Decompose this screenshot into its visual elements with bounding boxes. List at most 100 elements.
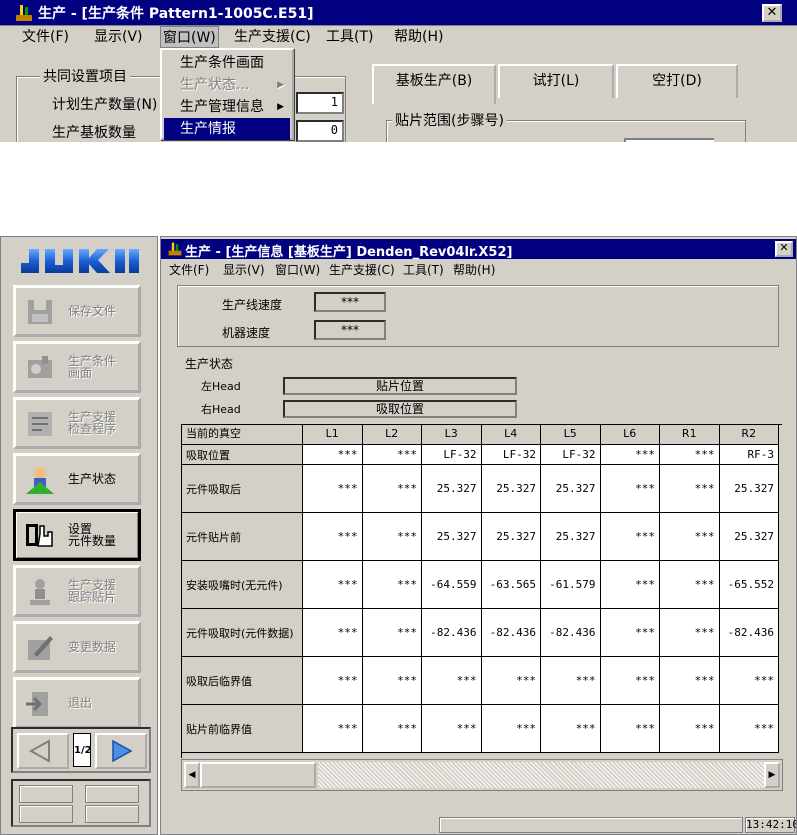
- scroll-right-button[interactable]: ▶: [764, 762, 780, 788]
- menu-file[interactable]: 文件(F): [20, 26, 71, 48]
- table-cell: 25.327: [719, 465, 779, 513]
- set-component-count-label: 设置 元件数量: [68, 522, 117, 548]
- menu-item-production-info[interactable]: 生产情报: [164, 118, 290, 140]
- table-cell: LF-32: [422, 445, 482, 465]
- window-title: 生产 - [生产信息 [基板生产] Denden_Rev04lr.X52]: [185, 245, 513, 260]
- tab-board-production[interactable]: 基板生产(B): [372, 64, 496, 104]
- line-speed-value: ***: [314, 292, 386, 312]
- menu-item-label: 生产条件画面: [180, 55, 264, 71]
- check-program-label: 生产支援 检查程序: [68, 410, 117, 436]
- table-header-vacuum: 当前的真空: [182, 425, 303, 445]
- table-cell: ***: [362, 465, 422, 513]
- sidebar: 保存文件 生产条件 画面 生产支援 检查程序 生产状态 设置 元件数量 生产支援…: [0, 236, 158, 835]
- production-conditions-button[interactable]: 生产条件 画面: [13, 341, 141, 393]
- menu-tools[interactable]: 工具(T): [403, 261, 444, 278]
- table-cell: ***: [541, 657, 601, 705]
- horizontal-scrollbar[interactable]: ◀ ▶: [181, 759, 783, 791]
- table-cell: ***: [660, 445, 720, 465]
- submenu-arrow-icon: ▶: [277, 102, 284, 112]
- menu-view[interactable]: 显示(V): [223, 261, 265, 278]
- table-row-header: 吸取位置: [182, 445, 303, 465]
- line-speed-label: 生产线速度: [222, 298, 283, 312]
- table-cell: 25.327: [719, 513, 779, 561]
- production-state-label: 生产状态: [185, 357, 234, 371]
- menu-file[interactable]: 文件(F): [169, 261, 209, 278]
- table-row-header: 安装吸嘴时(无元件): [182, 561, 303, 609]
- tracking-button[interactable]: 生产支援 跟踪贴片: [13, 565, 141, 617]
- scroll-track[interactable]: [318, 762, 766, 788]
- small-button-3[interactable]: [19, 805, 73, 823]
- small-button-1[interactable]: [19, 785, 73, 803]
- change-data-label: 变更数据: [68, 640, 117, 654]
- status-bar: 13:42:10: [161, 815, 797, 834]
- scroll-left-button[interactable]: ◀: [184, 762, 200, 788]
- status-time: 13:42:10: [745, 817, 797, 833]
- left-head-value: 贴片位置: [283, 377, 517, 395]
- production-status-button[interactable]: 生产状态: [13, 453, 141, 505]
- small-button-2[interactable]: [85, 785, 139, 803]
- tab-dry-run[interactable]: 空打(D): [616, 64, 738, 98]
- tracking-label: 生产支援 跟踪贴片: [68, 578, 117, 604]
- board-count-value: 0: [296, 120, 344, 142]
- change-data-button[interactable]: 变更数据: [13, 621, 141, 673]
- small-button-4[interactable]: [85, 805, 139, 823]
- close-button[interactable]: ✕: [762, 4, 782, 22]
- placement-range-input[interactable]: [624, 138, 714, 142]
- menu-support[interactable]: 生产支援(C): [232, 26, 313, 48]
- set-component-count-button[interactable]: 设置 元件数量: [13, 509, 141, 561]
- right-head-label: 右Head: [201, 403, 241, 416]
- production-conditions-window: 生产 - [生产条件 Pattern1-1005C.E51] ✕ 文件(F) 显…: [0, 0, 797, 142]
- machine-speed-label: 机器速度: [222, 326, 271, 340]
- table-cell: 25.327: [422, 465, 482, 513]
- save-file-button[interactable]: 保存文件: [13, 285, 141, 337]
- table-cell: -82.436: [481, 609, 541, 657]
- table-header-l4: L4: [481, 425, 541, 445]
- table-cell: ***: [303, 445, 363, 465]
- placement-range-label: 贴片范围(步骤号): [392, 110, 507, 130]
- table-cell: ***: [660, 657, 720, 705]
- right-head-value: 吸取位置: [283, 400, 517, 418]
- prev-page-button[interactable]: [17, 733, 69, 769]
- speed-panel: 生产线速度 *** 机器速度 ***: [177, 285, 779, 347]
- table-cell: ***: [600, 513, 660, 561]
- table-cell: ***: [660, 561, 720, 609]
- plan-count-label: 计划生产数量(N): [52, 97, 158, 113]
- common-settings-legend: 共同设置项目: [40, 66, 130, 86]
- menu-support[interactable]: 生产支援(C): [329, 261, 395, 278]
- save-file-label: 保存文件: [68, 304, 117, 318]
- scroll-thumb[interactable]: [200, 762, 316, 788]
- menu-window[interactable]: 窗口(W): [275, 261, 320, 278]
- table-cell: ***: [481, 705, 541, 753]
- table-cell: LF-32: [541, 445, 601, 465]
- check-program-button[interactable]: 生产支援 检查程序: [13, 397, 141, 449]
- menu-view[interactable]: 显示(V): [92, 26, 145, 48]
- close-button[interactable]: ✕: [775, 241, 793, 257]
- menu-bar: 文件(F) 显示(V) 窗口(W) 生产支援(C) 工具(T) 帮助(H): [0, 26, 797, 48]
- check-program-icon: [28, 412, 52, 436]
- menu-item-label: 生产管理信息: [180, 99, 264, 115]
- table-row-header: 元件贴片前: [182, 513, 303, 561]
- menu-tools[interactable]: 工具(T): [324, 26, 375, 48]
- table-cell: ***: [600, 445, 660, 465]
- table-cell: ***: [600, 657, 660, 705]
- production-status-icon: [26, 467, 54, 494]
- table-cell: ***: [600, 705, 660, 753]
- menu-help[interactable]: 帮助(H): [392, 26, 445, 48]
- exit-button[interactable]: 退出: [13, 677, 141, 729]
- table-header-l2: L2: [362, 425, 422, 445]
- menu-window[interactable]: 窗口(W): [160, 26, 219, 48]
- table-cell: ***: [362, 445, 422, 465]
- menu-help[interactable]: 帮助(H): [453, 261, 495, 278]
- page-indicator-text: 1/2: [74, 745, 92, 756]
- table-cell: 25.327: [481, 465, 541, 513]
- next-page-button[interactable]: [95, 733, 147, 769]
- menu-item-production-conditions[interactable]: 生产条件画面: [164, 52, 290, 74]
- table-cell: ***: [303, 609, 363, 657]
- sidebar-small-panel: [11, 779, 151, 827]
- table-cell: ***: [660, 705, 720, 753]
- tab-trial[interactable]: 试打(L): [498, 64, 614, 98]
- arrow-left-icon: [28, 739, 50, 763]
- menu-item-production-management[interactable]: 生产管理信息 ▶: [164, 96, 290, 118]
- plan-count-input[interactable]: 1: [296, 92, 344, 114]
- menu-item-label: 生产状态...: [180, 77, 250, 93]
